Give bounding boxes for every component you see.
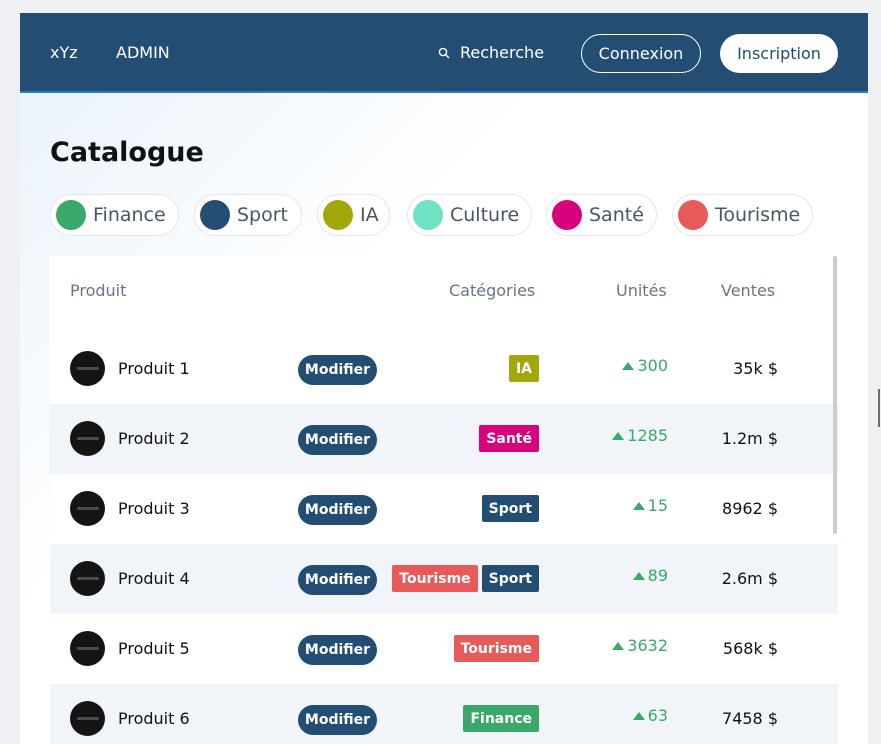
units-value: 1285 xyxy=(612,426,668,445)
filter-chip[interactable]: IA xyxy=(317,194,390,236)
category-tags: Santé xyxy=(479,425,539,452)
filter-chip[interactable]: Tourisme xyxy=(672,194,813,236)
category-tag: Sport xyxy=(481,565,539,592)
table-scrollbar[interactable] xyxy=(833,256,837,534)
header-product: Produit xyxy=(70,281,127,300)
units-number: 300 xyxy=(637,356,668,375)
login-button[interactable]: Connexion xyxy=(581,34,701,73)
table-row: Produit 4 Modifier Tourisme Sport 89 2.6m $ xyxy=(50,544,838,614)
edit-button[interactable]: Modifier xyxy=(298,635,377,665)
trend-up-icon xyxy=(632,571,645,580)
units-value: 3632 xyxy=(612,636,668,655)
sales-value: 1.2m $ xyxy=(721,429,778,448)
table-row: Produit 2 Modifier Santé 1285 1.2m $ xyxy=(50,404,838,474)
product-avatar xyxy=(70,421,105,456)
filter-chip[interactable]: Finance xyxy=(50,194,179,236)
filter-color-dot xyxy=(323,200,353,230)
filter-chip[interactable]: Culture xyxy=(407,194,532,236)
edit-button[interactable]: Modifier xyxy=(298,565,377,595)
header-units: Unités xyxy=(616,281,667,300)
product-avatar xyxy=(70,491,105,526)
page: xYz ADMIN Recherche Connexion Inscriptio… xyxy=(20,13,868,744)
filter-color-dot xyxy=(413,200,443,230)
product-name: Produit 2 xyxy=(118,429,190,448)
filter-chip-label: IA xyxy=(360,204,379,226)
product-name: Produit 6 xyxy=(118,709,190,728)
products-table: Produit Catégories Unités Ventes Produit… xyxy=(50,256,838,744)
edit-button[interactable]: Modifier xyxy=(298,355,377,385)
category-tag: Tourisme xyxy=(392,565,478,592)
sales-value: 7458 $ xyxy=(722,709,778,728)
brand-logo[interactable]: xYz xyxy=(50,43,78,62)
units-value: 15 xyxy=(632,496,668,515)
product-name: Produit 5 xyxy=(118,639,190,658)
page-title: Catalogue xyxy=(50,137,204,168)
trend-up-icon xyxy=(612,431,625,440)
signup-button[interactable]: Inscription xyxy=(720,34,838,73)
table-header: Produit Catégories Unités Ventes xyxy=(50,256,838,324)
table-row: Produit 3 Modifier Sport 15 8962 $ xyxy=(50,474,838,544)
product-avatar xyxy=(70,351,105,386)
sales-value: 35k $ xyxy=(733,359,778,378)
filter-chip-label: Culture xyxy=(450,204,520,226)
units-number: 3632 xyxy=(627,636,668,655)
category-tags: IA xyxy=(508,355,539,382)
filter-chip-label: Finance xyxy=(93,204,166,226)
product-avatar xyxy=(70,701,105,736)
sales-value: 2.6m $ xyxy=(721,569,778,588)
trend-up-icon xyxy=(632,711,645,720)
category-tag: Santé xyxy=(479,425,539,452)
product-name: Produit 3 xyxy=(118,499,190,518)
filter-color-dot xyxy=(552,200,582,230)
product-name: Produit 4 xyxy=(118,569,190,588)
filter-chip-label: Santé xyxy=(589,204,644,226)
filter-chip[interactable]: Santé xyxy=(546,194,657,236)
table-row: Produit 1 Modifier IA 300 35k $ xyxy=(50,334,838,404)
category-tags: Tourisme Sport xyxy=(392,565,539,592)
search-label: Recherche xyxy=(460,43,545,62)
filter-color-dot xyxy=(678,200,708,230)
navbar: xYz ADMIN Recherche Connexion Inscriptio… xyxy=(20,13,868,93)
category-tag: IA xyxy=(508,355,539,382)
filter-chip-label: Tourisme xyxy=(715,204,801,226)
sales-value: 8962 $ xyxy=(722,499,778,518)
units-value: 63 xyxy=(632,706,668,725)
category-tag: Finance xyxy=(463,705,539,732)
product-avatar xyxy=(70,631,105,666)
product-name: Produit 1 xyxy=(118,359,190,378)
filter-color-dot xyxy=(56,200,86,230)
trend-up-icon xyxy=(622,361,635,370)
table-row: Produit 6 Modifier Finance 63 7458 $ xyxy=(50,684,838,744)
units-value: 89 xyxy=(632,566,668,585)
search-button[interactable]: Recherche xyxy=(438,43,544,62)
category-tags: Finance xyxy=(463,705,539,732)
filter-chip[interactable]: Sport xyxy=(194,194,302,236)
sales-value: 568k $ xyxy=(722,639,778,658)
category-tags: Tourisme xyxy=(453,635,539,662)
header-sales: Ventes xyxy=(721,281,776,300)
trend-up-icon xyxy=(612,641,625,650)
header-categories: Catégories xyxy=(449,281,536,300)
edit-button[interactable]: Modifier xyxy=(298,495,377,525)
trend-up-icon xyxy=(632,501,645,510)
filter-color-dot xyxy=(200,200,230,230)
nav-admin-link[interactable]: ADMIN xyxy=(116,43,170,62)
category-tag: Sport xyxy=(481,495,539,522)
category-tag: Tourisme xyxy=(453,635,539,662)
category-tags: Sport xyxy=(481,495,539,522)
edit-button[interactable]: Modifier xyxy=(298,705,377,735)
edit-button[interactable]: Modifier xyxy=(298,425,377,455)
filter-chip-label: Sport xyxy=(237,204,289,226)
product-avatar xyxy=(70,561,105,596)
units-value: 300 xyxy=(622,356,668,375)
units-number: 89 xyxy=(647,566,668,585)
search-icon xyxy=(438,47,450,58)
units-number: 15 xyxy=(647,496,668,515)
page-scrollbar[interactable] xyxy=(878,389,880,427)
table-row: Produit 5 Modifier Tourisme 3632 568k $ xyxy=(50,614,838,684)
units-number: 63 xyxy=(647,706,668,725)
units-number: 1285 xyxy=(627,426,668,445)
